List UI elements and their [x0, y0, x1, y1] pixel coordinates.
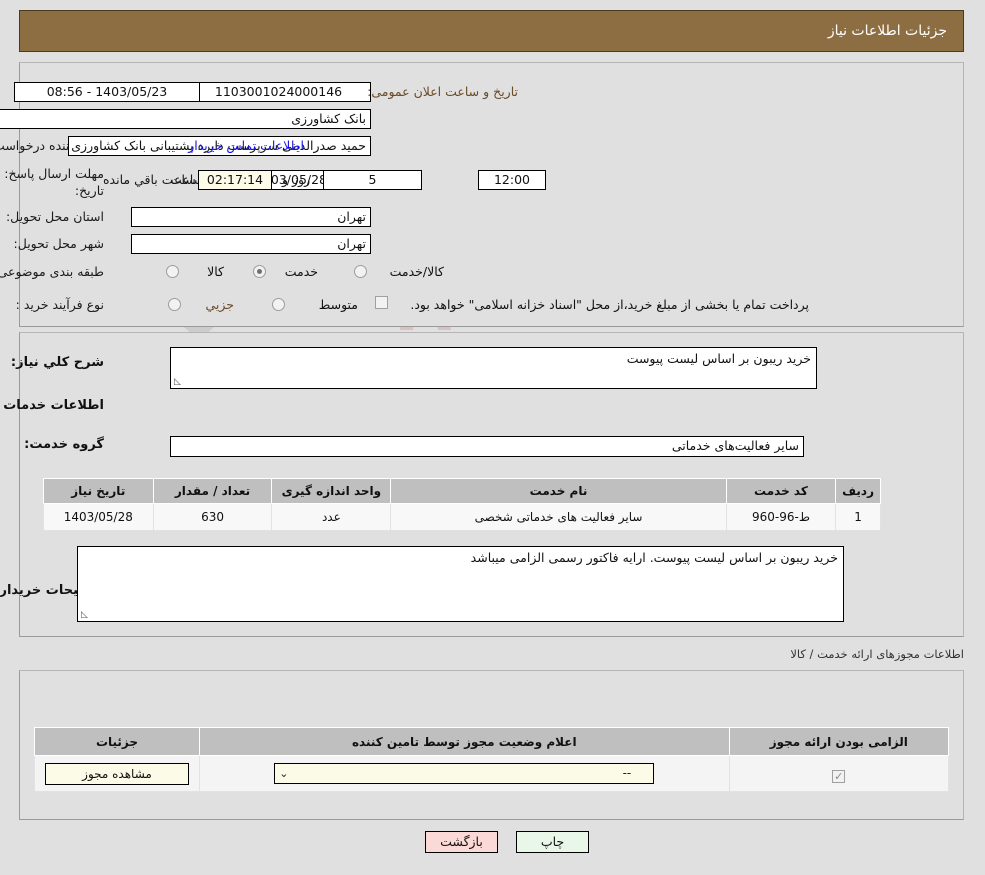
chevron-down-icon: ⌄: [280, 764, 289, 783]
col-radif: ردیف: [837, 479, 882, 504]
buyer-contact-link[interactable]: اطلاعات تماس خریدار: [150, 138, 305, 153]
licenses-heading: اطلاعات مجوزهای ارائه خدمت / کالا: [791, 647, 965, 661]
cell-unit: عدد: [273, 504, 392, 531]
col-date: تاریخ نیاز: [45, 479, 155, 504]
view-license-button[interactable]: مشاهده مجوز: [46, 763, 190, 785]
province-value: تهران: [132, 207, 372, 227]
cell-qty: 630: [154, 504, 273, 531]
col-status: اعلام وضعیت مجوز توسط تامین کننده: [201, 728, 731, 756]
license-status-value: --: [624, 766, 633, 780]
cell-code: ط-96-960: [727, 504, 836, 531]
page-header-bar: جزئیات اطلاعات نیاز: [20, 10, 965, 52]
licenses-table: الزامی بودن ارائه مجوز اعلام وضعیت مجوز …: [35, 727, 950, 792]
back-button[interactable]: بازگشت: [426, 831, 499, 853]
items-table: ردیف کد خدمت نام خدمت واحد اندازه گیری ت…: [44, 478, 882, 531]
city-label: شهر محل تحویل:: [15, 236, 105, 251]
table-row: 1 ط-96-960 سایر فعالیت های خدماتی شخصی ع…: [45, 504, 882, 531]
deadline-time-value: 12:00: [479, 170, 547, 190]
cell-radif: 1: [837, 504, 882, 531]
col-qty: تعداد / مقدار: [154, 479, 273, 504]
services-heading: اطلاعات خدمات مورد نیاز: [0, 398, 105, 413]
treasury-note: پرداخت تمام یا بخشی از مبلغ خرید،از محل …: [117, 297, 810, 312]
page-root: V AnaTender.net جزئیات اطلاعات نیاز شمار…: [0, 0, 985, 875]
resize-grip-icon[interactable]: ◺: [175, 378, 184, 387]
cell-details: مشاهده مجوز: [36, 756, 201, 792]
days-unit-label: روز و: [283, 172, 311, 187]
licenses-table-header-row: الزامی بودن ارائه مجوز اعلام وضعیت مجوز …: [36, 728, 950, 756]
col-details: جزئیات: [36, 728, 201, 756]
general-desc-value: خرید ریبون بر اساس لیست پیوست: [628, 351, 812, 366]
cell-required: ✓: [730, 756, 949, 792]
category-label: طبقه بندی موضوعی:: [0, 264, 105, 279]
cell-name: سایر فعالیت های خدماتی شخصی: [392, 504, 727, 531]
col-required: الزامی بودن ارائه مجوز: [730, 728, 949, 756]
col-name: نام خدمت: [392, 479, 727, 504]
general-desc-value-box[interactable]: خرید ریبون بر اساس لیست پیوست ◺: [171, 347, 818, 389]
resize-grip-icon-notes[interactable]: ◺: [82, 611, 91, 620]
announce-datetime-label: تاریخ و ساعت اعلان عمومی:: [368, 84, 519, 99]
table-row: ✓ ⌄ -- مشاهده مجوز: [36, 756, 950, 792]
col-code: کد خدمت: [727, 479, 836, 504]
buyer-org-value: بانک کشاورزی: [0, 109, 372, 129]
license-required-checkbox[interactable]: ✓: [833, 770, 846, 783]
print-button[interactable]: چاپ: [517, 831, 590, 853]
city-value: تهران: [132, 234, 372, 254]
buyer-notes-value: خرید ریبون بر اساس لیست پیوست. ارایه فاک…: [472, 550, 839, 565]
general-desc-label: شرح کلي نياز:: [12, 355, 105, 370]
page-title: جزئیات اطلاعات نیاز: [829, 23, 948, 39]
cell-status: ⌄ --: [201, 756, 731, 792]
buyer-notes-box[interactable]: خرید ریبون بر اساس لیست پیوست. ارایه فاک…: [78, 546, 845, 622]
radio-label-khedmat: خدمت: [286, 264, 319, 279]
need-number-value: 1103001024000146: [187, 82, 372, 102]
radio-category-khedmat[interactable]: [254, 265, 267, 278]
col-unit: واحد اندازه گیری: [273, 479, 392, 504]
radio-category-kala[interactable]: [167, 265, 180, 278]
service-group-value: سایر فعالیت‌های خدماتی: [171, 436, 805, 457]
cell-date: 1403/05/28: [45, 504, 155, 531]
deadline-label-line2: تاریخ:: [76, 183, 105, 198]
license-status-dropdown[interactable]: ⌄ --: [275, 763, 655, 784]
countdown-value: 02:17:14: [199, 170, 273, 190]
province-label: استان محل تحویل:: [7, 209, 105, 224]
items-table-header-row: ردیف کد خدمت نام خدمت واحد اندازه گیری ت…: [45, 479, 882, 504]
purchase-type-label: نوع فرآیند خرید :: [17, 297, 105, 312]
deadline-label-line1: مهلت ارسال پاسخ: تا: [0, 166, 105, 181]
radio-label-kala: کالا: [208, 264, 225, 279]
service-group-label: گروه خدمت:: [25, 437, 105, 452]
radio-label-kala-khedmat: کالا/خدمت: [391, 264, 445, 279]
countdown-suffix-label: ساعت باقي مانده: [104, 172, 197, 187]
days-remaining-value: 5: [324, 170, 423, 190]
announce-datetime-value: 1403/05/23 - 08:56: [15, 82, 201, 102]
radio-category-kala-khedmat[interactable]: [355, 265, 368, 278]
